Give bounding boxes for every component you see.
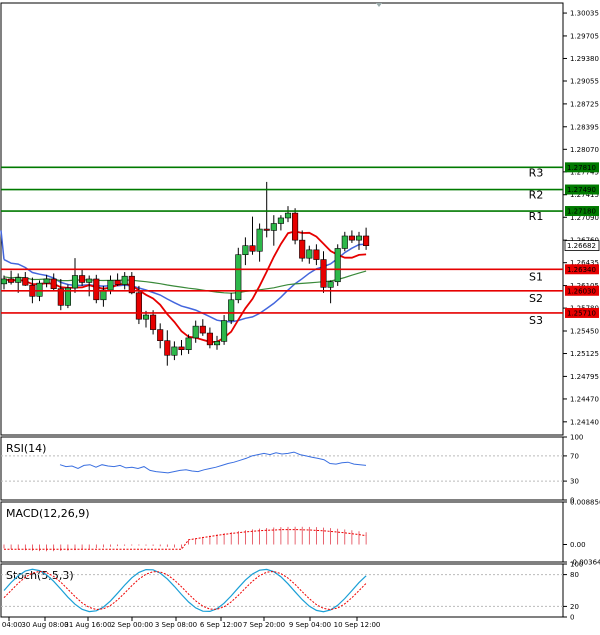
level-name-r2: R2 — [529, 189, 544, 202]
level-price-label: 1.27180 — [567, 208, 596, 216]
candle-body — [79, 275, 86, 283]
candle-body — [306, 249, 313, 259]
y-tick-label: 1.30035 — [570, 10, 599, 18]
candle-body — [157, 329, 164, 341]
candle-body — [185, 337, 192, 351]
x-tick-label: 6 Sep 12:00 — [200, 621, 242, 629]
indicator-title-1: MACD(12,26,9) — [6, 507, 90, 520]
x-tick-label: 3 Sep 08:00 — [155, 621, 197, 629]
y-tick-label: 1.24470 — [570, 395, 599, 403]
candle-body — [121, 275, 128, 285]
y-tick-label: 1.29380 — [570, 55, 599, 63]
x-tick-label: 31 Aug 16:00 — [64, 621, 111, 629]
candle-body — [213, 341, 221, 346]
candle-body — [71, 275, 79, 289]
candle-body — [43, 278, 50, 284]
x-tick-label: 10 Sep 12:00 — [334, 621, 381, 629]
indicator-tick-label: 0 — [570, 614, 574, 622]
indicator-tick-label: 0.00 — [570, 541, 586, 549]
candle-body — [142, 314, 150, 320]
indicator-tick-label: 100 — [570, 434, 583, 442]
level-name-s3: S3 — [529, 314, 543, 327]
candle-body — [22, 277, 29, 286]
level-price-label: 1.27490 — [567, 186, 596, 194]
candle-body — [228, 299, 235, 321]
level-name-s2: S2 — [529, 292, 543, 305]
candle-body — [192, 325, 199, 339]
panel-frame-3 — [0, 563, 564, 618]
indicator-tick-label: 80 — [570, 571, 579, 579]
candle-body — [50, 278, 57, 289]
y-tick-label: 1.29055 — [570, 78, 599, 86]
indicator-tick-label: 30 — [570, 478, 579, 486]
level-price-label: 1.27810 — [567, 164, 596, 172]
candle-body — [320, 259, 327, 288]
candle-body — [135, 292, 142, 320]
current-price-label: 1.26682 — [567, 242, 596, 250]
x-tick-label: 04:00 — [2, 621, 22, 629]
y-tick-label: 1.24140 — [570, 418, 599, 426]
candle-body — [292, 212, 299, 241]
candle-body — [327, 281, 334, 288]
indicator-tick-label: 100 — [570, 561, 583, 569]
level-name-s1: S1 — [529, 270, 543, 283]
candle-body — [114, 280, 121, 285]
candle-body — [36, 282, 43, 297]
candle-body — [242, 245, 249, 256]
candle-body — [249, 245, 256, 252]
candle-body — [199, 325, 206, 334]
candle-body — [270, 223, 277, 231]
candle-body — [341, 235, 348, 249]
price-chart: 1.30035 1.29705 1.29380 1.29055 1.28725 1.283… — [0, 2, 600, 629]
y-tick-label: 1.28395 — [570, 123, 599, 131]
level-price-label: 1.26030 — [567, 287, 596, 295]
y-tick-label: 1.25125 — [570, 350, 599, 358]
level-name-r1: R1 — [529, 210, 544, 223]
candle-body — [8, 278, 15, 283]
candle-body — [15, 277, 22, 283]
candle-body — [107, 280, 114, 291]
candle-body — [299, 239, 306, 259]
indicator-title-0: RSI(14) — [6, 442, 46, 455]
candle-body — [256, 228, 263, 252]
candle-body — [178, 346, 185, 351]
candle-body — [313, 249, 320, 260]
candle-body — [235, 254, 242, 301]
indicator-tick-label: 0.008856 — [570, 499, 600, 507]
panel-frame-1 — [0, 436, 564, 501]
candle-body — [86, 278, 93, 283]
y-tick-label: 1.25450 — [570, 327, 599, 335]
candle-body — [0, 278, 8, 285]
indicator-tick-label: 70 — [570, 452, 579, 460]
x-tick-label: 30 Aug 08:00 — [21, 621, 68, 629]
x-tick-label: 7 Sep 20:00 — [243, 621, 285, 629]
y-tick-label: 1.24795 — [570, 373, 599, 381]
candle-body — [221, 320, 228, 342]
y-tick-label: 1.29705 — [570, 32, 599, 40]
indicator-tick-label: 20 — [570, 603, 579, 611]
candle-body — [277, 217, 284, 224]
y-tick-label: 1.28725 — [570, 100, 599, 108]
y-tick-label: 1.28070 — [570, 146, 599, 154]
candle-body — [150, 314, 157, 330]
candle-body — [363, 235, 370, 246]
candle-body — [93, 278, 100, 301]
candle-body — [284, 212, 292, 219]
candle-body — [334, 248, 341, 283]
level-name-r3: R3 — [529, 166, 544, 179]
candle-body — [206, 332, 213, 346]
candle-body — [348, 235, 355, 241]
chart-window: 1.30035 1.29705 1.29380 1.29055 1.28725 1.283… — [0, 0, 600, 635]
candle-body — [355, 235, 363, 241]
candle-body — [164, 340, 171, 356]
level-price-label: 1.25710 — [567, 309, 596, 317]
x-tick-label: 2 Sep 00:00 — [111, 621, 153, 629]
x-tick-label: 9 Sep 04:00 — [289, 621, 331, 629]
candle-body — [171, 346, 178, 356]
candle-body — [263, 228, 270, 231]
level-price-label: 1.26340 — [567, 266, 596, 274]
